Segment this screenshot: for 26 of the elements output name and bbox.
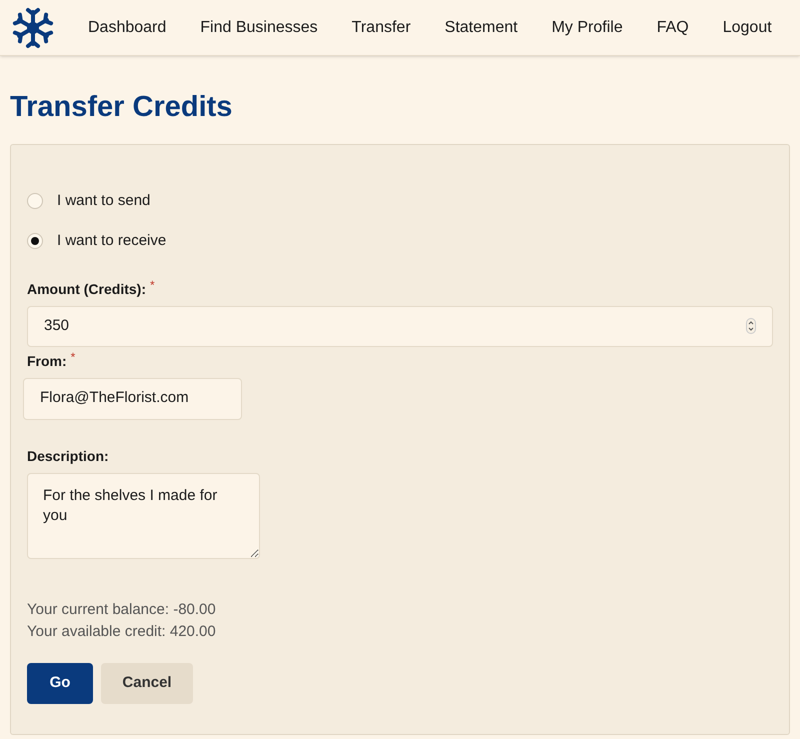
cancel-button[interactable]: Cancel — [101, 662, 193, 704]
field-label: From: — [27, 352, 67, 370]
description-textarea[interactable]: For the shelves I made for you — [27, 472, 260, 558]
nav-link[interactable]: Logout — [722, 16, 772, 40]
amount-input[interactable]: 350 — [27, 306, 773, 346]
nav-link[interactable]: My Profile — [552, 16, 623, 40]
required-mark: * — [70, 350, 76, 362]
radio-button[interactable] — [27, 192, 43, 209]
field-label: Amount (Credits): — [27, 280, 146, 299]
radio-label: I want to send — [57, 190, 150, 210]
balance-text: Your current balance: -80.00 — [27, 600, 217, 620]
radio-label: I want to receive — [57, 231, 166, 251]
nav-link[interactable]: Statement — [444, 16, 518, 40]
nav-link[interactable]: FAQ — [656, 16, 689, 40]
nav-link[interactable]: Find Businesses — [200, 16, 318, 40]
from-input[interactable]: Flora@TheFlorist.com — [23, 378, 242, 420]
nav-link[interactable]: Dashboard — [88, 16, 166, 40]
required-mark: * — [150, 278, 155, 290]
radio-button[interactable] — [27, 233, 43, 250]
page-title: Transfer Credits — [10, 90, 234, 125]
nav-link[interactable]: Transfer — [352, 16, 411, 40]
spinner-icon[interactable] — [746, 318, 756, 334]
go-button[interactable]: Go — [27, 662, 93, 704]
field-label: Description: — [27, 446, 109, 466]
balance-text: Your available credit: 420.00 — [27, 622, 217, 642]
snowflake-logo-icon[interactable] — [12, 6, 54, 48]
